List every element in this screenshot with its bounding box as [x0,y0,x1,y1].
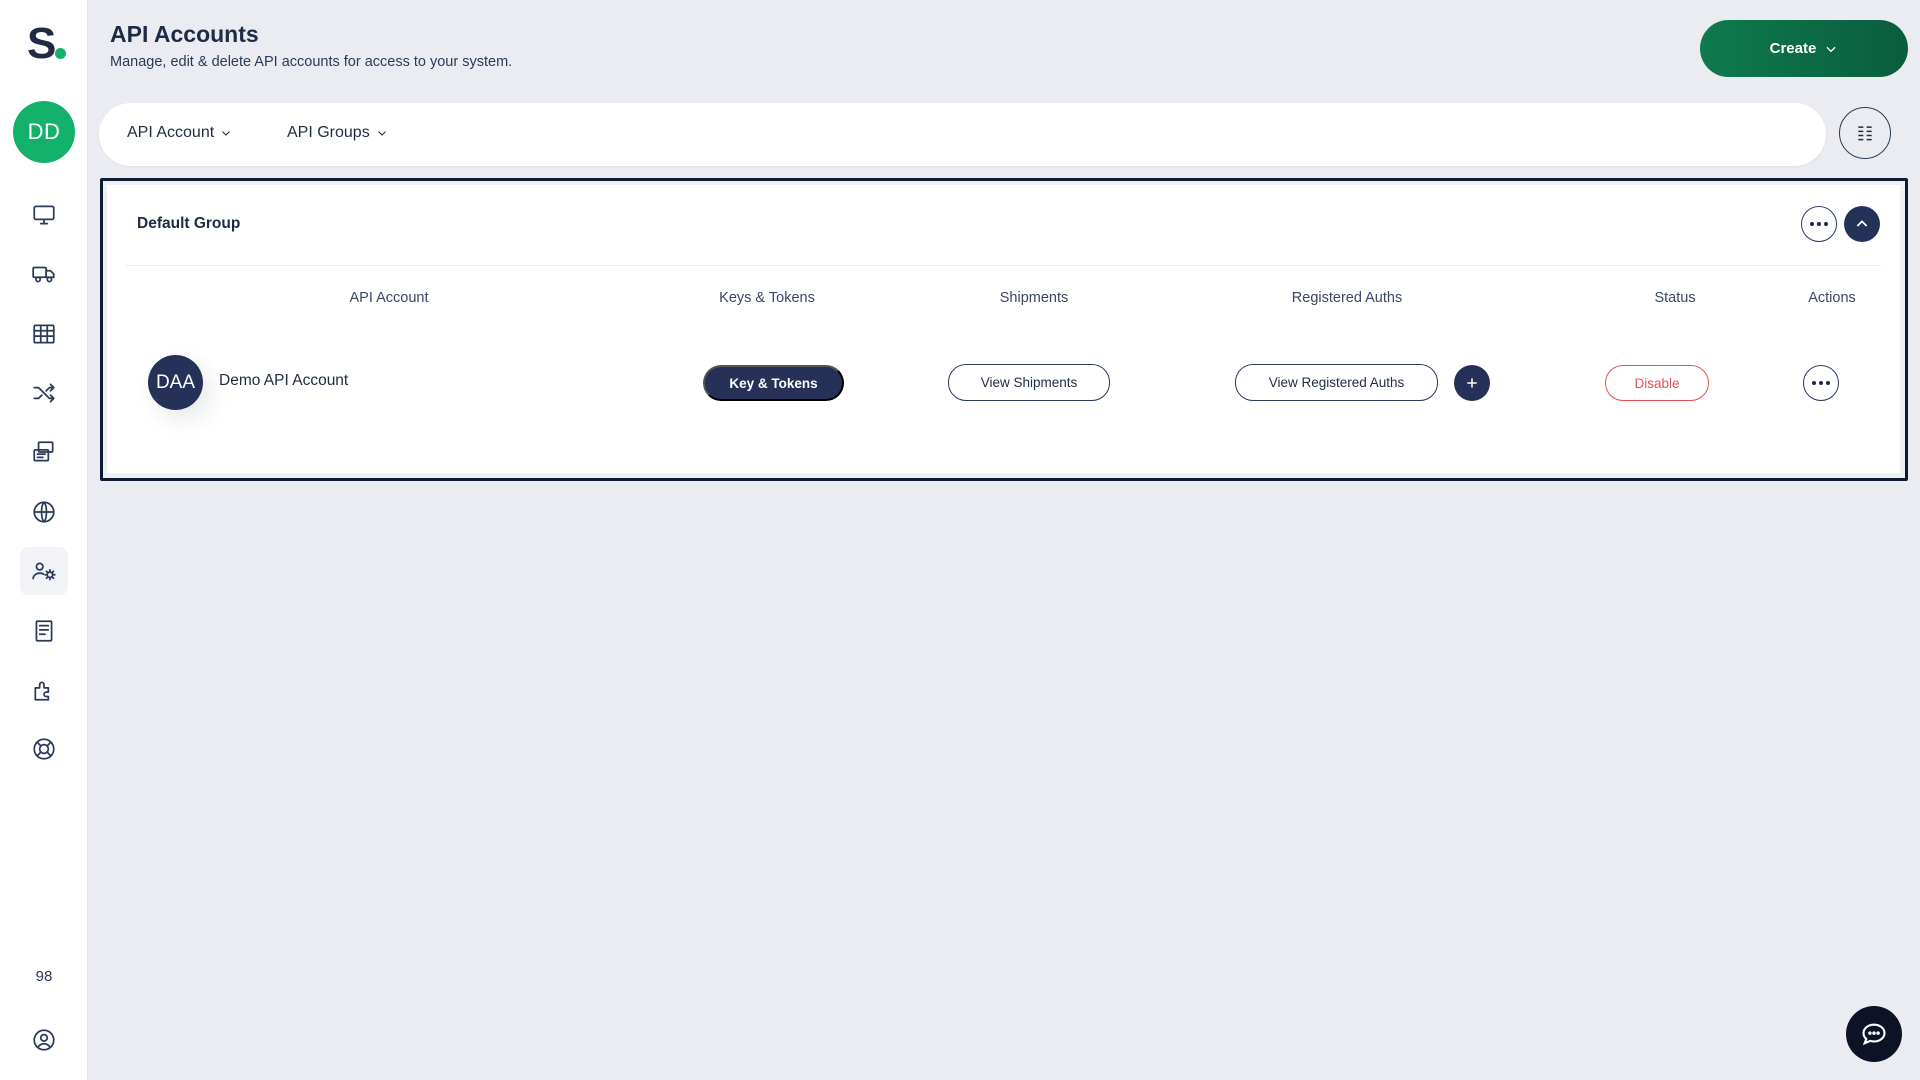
chat-button[interactable] [1846,1006,1902,1062]
group-title: Default Group [137,215,241,232]
sidebar-item-shipments[interactable] [20,250,68,298]
account-avatar: DAA [148,355,203,410]
chevron-down-icon [377,131,386,136]
chevron-up-icon [1856,220,1868,227]
truck-icon [32,266,55,283]
api-groups-filter[interactable]: API Groups [287,124,388,142]
logo-dot [55,48,66,59]
page-subtitle: Manage, edit & delete API accounts for a… [110,54,513,70]
chat-bubble-icon [1862,1023,1886,1046]
book-icon [35,620,53,642]
sidebar-item-routing[interactable] [20,369,68,417]
profile-button[interactable] [20,1016,68,1064]
api-account-filter[interactable]: API Account [127,124,232,142]
sidebar-item-printing[interactable] [20,428,68,476]
col-header-registered-auths: Registered Auths [1291,290,1403,306]
puzzle-icon [34,681,50,701]
view-toggle-button[interactable] [1839,107,1891,159]
plus-icon [1467,378,1477,388]
chevron-down-icon [222,131,231,136]
disable-button[interactable]: Disable [1605,365,1709,401]
printer-icon [33,441,54,462]
grid-icon [33,324,55,344]
col-header-actions: Actions [1808,290,1856,306]
group-collapse-button[interactable] [1844,206,1880,242]
group-divider [126,265,1881,266]
lifebuoy-icon [33,738,55,760]
chevron-down-icon [1826,46,1836,52]
sidebar-item-support[interactable] [20,725,68,773]
view-shipments-button[interactable]: View Shipments [948,364,1110,401]
shuffle-icon [33,383,55,403]
view-registered-auths-button[interactable]: View Registered Auths [1235,364,1438,401]
sidebar-item-global[interactable] [20,488,68,536]
more-dots-icon [1810,222,1828,226]
api-groups-filter-label: API Groups [287,124,370,141]
sidebar-item-api-accounts[interactable] [20,547,68,595]
sidebar-item-dashboard[interactable] [20,191,68,239]
add-auth-button[interactable] [1454,365,1490,401]
col-header-shipments: Shipments [999,290,1069,306]
version-label: 98 [35,968,53,985]
app-logo[interactable]: S [27,22,56,66]
group-card [107,185,1900,473]
users-gear-icon [32,562,56,581]
col-header-keys-tokens: Keys & Tokens [719,290,815,306]
sidebar-item-tables[interactable] [20,310,68,358]
page-title: API Accounts [110,21,259,47]
col-header-status: Status [1654,290,1696,306]
monitor-icon [33,205,55,225]
group-more-button[interactable] [1801,206,1837,242]
filter-bar: API Account API Groups [99,103,1826,166]
col-header-api-account: API Account [349,290,429,306]
user-circle-icon [33,1029,55,1051]
sidebar: S DD 98 [0,0,88,1080]
list-view-icon [1858,126,1872,141]
create-button[interactable]: Create [1700,20,1908,77]
user-avatar[interactable]: DD [13,101,75,163]
account-name[interactable]: Demo API Account [219,372,348,390]
api-account-filter-label: API Account [127,124,215,141]
sidebar-item-docs[interactable] [20,607,68,655]
key-tokens-button[interactable]: Key & Tokens [703,365,844,401]
sidebar-item-integrations[interactable] [20,666,68,714]
more-dots-icon [1812,381,1830,385]
create-button-label: Create [1769,40,1817,57]
globe-icon [33,501,55,523]
row-actions-button[interactable] [1803,365,1839,401]
